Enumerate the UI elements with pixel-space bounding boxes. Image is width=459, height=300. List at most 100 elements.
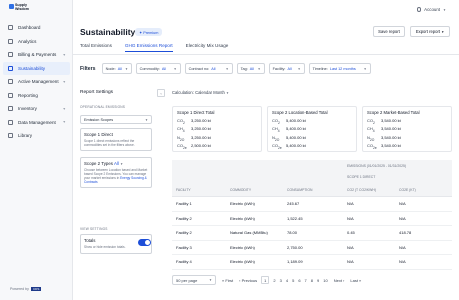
account-menu[interactable]: Account ▼ (416, 7, 446, 12)
previous-page-button[interactable]: ‹ Previous (239, 278, 257, 283)
tab-ghg-report[interactable]: GHG Emissions Report (124, 43, 173, 52)
page-number[interactable]: 3 (280, 278, 282, 283)
chevron-down-icon: ▼ (209, 278, 212, 282)
chevron-down-icon: ▼ (124, 66, 128, 71)
operational-emissions-label: OPERATIONAL EMISSIONS (80, 105, 126, 109)
collapse-panel-button[interactable]: ‹ (157, 89, 165, 97)
last-page-button[interactable]: Last » (350, 278, 361, 283)
gauge-icon (8, 79, 13, 85)
sidebar-item-dashboard[interactable]: Dashboard (3, 21, 70, 35)
chevron-down-icon: ▼ (145, 117, 148, 122)
sidebar-item-data-management[interactable]: Data Management ▼ (3, 116, 70, 130)
tab-bar: Total Emissions GHG Emissions Report Ele… (80, 43, 228, 52)
sidebar-item-sustainability[interactable]: Sustainability (3, 61, 70, 75)
card-value: 5,400.00 kt (286, 134, 306, 140)
sidebar-item-inventory[interactable]: Inventory ▼ (3, 102, 70, 116)
per-page-select[interactable]: 50 per page ▼ (172, 275, 216, 285)
chevron-down-icon: ▼ (62, 120, 66, 125)
user-icon (416, 7, 422, 12)
chevron-down-icon: ▼ (257, 66, 261, 71)
scope1-desc: Scope 1 direct emissions reflect the com… (84, 139, 135, 147)
chevron-down-icon: ▼ (297, 66, 301, 71)
col-co2e[interactable]: CO2E (KT) (399, 188, 452, 192)
save-report-button[interactable]: Save report (373, 26, 405, 37)
filter-node[interactable]: Node: All ▼ (101, 63, 132, 74)
database-icon (8, 119, 13, 125)
page-number[interactable]: 7 (305, 278, 307, 283)
chevron-down-icon: ▼ (173, 66, 177, 71)
powered-brand: CDS (30, 287, 42, 291)
table-header: FACILITY COMMODITY CONSUMPTION CO2 (T CO… (172, 183, 452, 197)
emission-scopes-select[interactable]: Emission Scopes ▼ (80, 115, 152, 124)
sidebar-item-active-management[interactable]: Active Management ▼ (3, 75, 70, 89)
scope1-title: Scope 1 Direct (84, 132, 113, 137)
page-number[interactable]: 1 (261, 276, 270, 284)
box-icon (8, 106, 13, 112)
sidebar: Supply Wisdom Dashboard Analytics Billing… (0, 0, 73, 300)
card-value: 3,250.00 kt (191, 134, 211, 140)
page-number[interactable]: 4 (286, 278, 288, 283)
filter-bar: Filters Node: All ▼ Commodity: All ▼ Contrac… (80, 63, 375, 74)
totals-toggle[interactable] (138, 239, 151, 246)
app-logo[interactable]: Supply Wisdom (9, 3, 31, 16)
logo-mark-icon (9, 4, 14, 9)
scope2-title: Scope 2 Types (84, 161, 113, 166)
logo-text-2: Wisdom (15, 7, 29, 11)
chevron-down-icon: ▼ (120, 162, 124, 166)
card-value: 3,540.00 kt (381, 118, 401, 123)
filter-tag[interactable]: Tag: All ▼ (236, 63, 265, 74)
export-report-button[interactable]: Export report ▼ (410, 26, 450, 37)
first-page-button[interactable]: « First (222, 278, 233, 283)
emissions-period: EMISSIONS (01/01/2025 - 01/31/2025) (347, 164, 406, 168)
scope1-card: Scope 1 Direct Scope 1 direct emissions … (80, 128, 152, 151)
chevron-down-icon: ▼ (226, 91, 230, 95)
col-consumption[interactable]: CONSUMPTION (287, 188, 347, 192)
chevron-down-icon: ▼ (443, 7, 446, 12)
page-title: Sustainability (80, 27, 136, 37)
filter-facility[interactable]: Facility: All ▼ (268, 63, 305, 74)
scope2-value: All (113, 161, 119, 166)
scope2-market-total-card: Scope 2 Market-Based Total CO2 3,540.00 k… (362, 106, 452, 152)
table-row[interactable]: Facility 3 Electric (kWh) 2,750.00 N/A N/A (172, 241, 452, 255)
table-row[interactable]: Facility 2 Natural Gas (MMBtu) 78.00 0.45 41… (172, 226, 452, 241)
next-page-button[interactable]: Next › (334, 278, 345, 283)
report-settings-panel: Report Settings ‹ OPERATIONAL EMISSIONS … (80, 86, 165, 296)
page-number[interactable]: 5 (292, 278, 294, 283)
leaf-icon (8, 65, 13, 71)
card-value: 3,250.00 kt (191, 118, 211, 123)
tab-total-emissions[interactable]: Total Emissions (80, 43, 112, 52)
filters-label: Filters (80, 65, 96, 72)
sidebar-item-library[interactable]: Library (3, 129, 70, 143)
col-commodity[interactable]: COMMODITY (230, 188, 287, 192)
scope2-location-total-card: Scope 2 Location-Based Total CO2 5,400.00… (267, 106, 357, 152)
premium-badge: ✦ Premium (135, 28, 163, 36)
page-number[interactable]: 9 (317, 278, 319, 283)
card-value: 2,500.00 kt (191, 142, 211, 148)
table-row[interactable]: Facility 4 Electric (kWh) 1,189.09 N/A N/A (172, 255, 452, 270)
filter-timeline[interactable]: Timeline: Last 12 months ▼ (308, 63, 371, 74)
filter-commodity[interactable]: Commodity: All ▼ (135, 63, 181, 74)
page-number[interactable]: 6 (298, 278, 300, 283)
chevron-down-icon: ▼ (225, 66, 229, 71)
page-number[interactable]: 2 (273, 278, 275, 283)
filter-contract[interactable]: Contract no: All ▼ (184, 63, 233, 74)
page-number[interactable]: 8 (311, 278, 313, 283)
sidebar-item-reporting[interactable]: Reporting (3, 89, 70, 103)
scope2-card[interactable]: Scope 2 Types All ▼ Choose between Locat… (80, 157, 152, 188)
report-settings-title: Report Settings (80, 90, 114, 95)
calculation-select[interactable]: Calculation: Calendar Month ▼ (172, 90, 229, 95)
table-row[interactable]: Facility 2 Electric (kWh) 1,522.45 N/A N/A (172, 212, 452, 226)
table-row[interactable]: Facility 1 Electric (kWh) 245.67 N/A N/A (172, 197, 452, 212)
toggle-knob (145, 240, 150, 245)
col-co2[interactable]: CO2 (T CO2/KWH) (347, 188, 399, 192)
card-value: 5,400.00 kt (286, 118, 306, 123)
page-number[interactable]: 10 (323, 278, 327, 283)
chevron-down-icon: ▼ (441, 29, 445, 34)
col-facility[interactable]: FACILITY (172, 188, 230, 192)
sidebar-item-billing[interactable]: Billing & Payments ▼ (3, 48, 70, 62)
sidebar-item-analytics[interactable]: Analytics (3, 35, 70, 49)
table-group-header: EMISSIONS (01/01/2025 - 01/31/2025) SCOP… (172, 160, 452, 183)
view-settings-label: VIEW SETTINGS (80, 227, 108, 231)
report-icon (8, 92, 13, 98)
tab-electricity-mix[interactable]: Electricity Mix Usage (186, 43, 229, 52)
